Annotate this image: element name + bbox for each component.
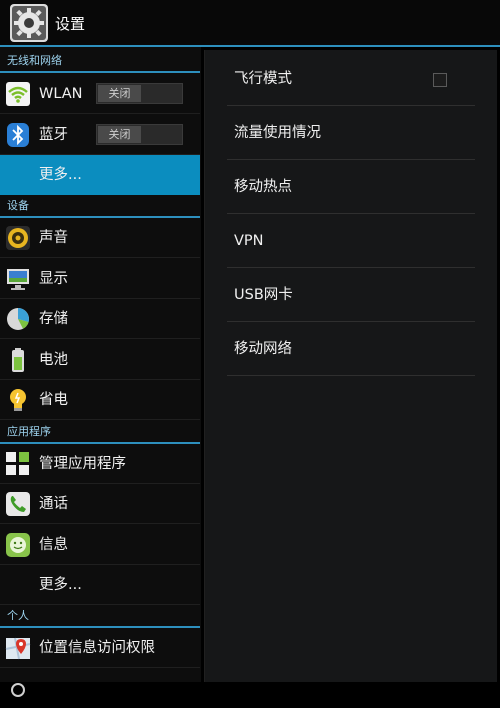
more-apps-label: 更多... [39,577,82,593]
lightbulb-icon [10,389,26,411]
list-item-partial[interactable] [0,668,200,708]
vpn-row[interactable]: VPN [227,214,475,268]
section-header-wireless: 无线和网络 [0,50,200,73]
storage-label: 存储 [39,311,68,327]
page-title: 设置 [55,15,86,33]
list-item-more-apps[interactable]: 更多... [0,565,200,605]
list-item-display[interactable]: 显示 [0,259,200,299]
wlan-toggle-state: 关闭 [98,85,141,102]
list-item-power-saving[interactable]: 省电 [0,380,200,420]
detail-pane: 飞行模式 流量使用情况 移动热点 VPN USB网卡 移动网络 [204,50,497,682]
battery-label: 电池 [39,352,68,368]
speaker-icon [6,226,30,250]
list-item-manage-apps[interactable]: 管理应用程序 [0,444,200,484]
list-item-wlan[interactable]: WLAN 关闭 [0,74,200,114]
vpn-label: VPN [234,233,264,249]
data-usage-row[interactable]: 流量使用情况 [227,106,475,160]
phone-icon [6,492,30,516]
wlan-label: WLAN [39,86,83,102]
section-header-device: 设备 [0,195,200,218]
location-label: 位置信息访问权限 [39,640,155,656]
list-item-messages[interactable]: 信息 [0,525,200,565]
manage-apps-label: 管理应用程序 [39,456,126,472]
bluetooth-toggle-state: 关闭 [98,126,141,143]
wifi-icon [6,82,30,106]
mobile-hotspot-label: 移动热点 [234,179,292,195]
usb-tethering-label: USB网卡 [234,287,293,303]
list-item-storage[interactable]: 存储 [0,299,200,339]
settings-category-list[interactable]: 无线和网络 WLAN 关闭 蓝牙 关闭 更多... 设备 声音 显示 存储 电池… [0,47,201,697]
apps-grid-icon [6,452,29,475]
section-header-apps: 应用程序 [0,421,200,444]
section-header-personal: 个人 [0,605,200,628]
data-usage-label: 流量使用情况 [234,125,321,141]
partial-icon [11,683,25,697]
storage-pie-icon [7,308,29,330]
airplane-mode-row[interactable]: 飞行模式 [227,52,475,106]
list-item-sound[interactable]: 声音 [0,218,200,258]
message-smile-icon [6,533,30,557]
action-bar: 设置 [0,0,500,45]
list-item-calls[interactable]: 通话 [0,484,200,524]
mobile-network-label: 移动网络 [234,341,292,357]
bluetooth-toggle[interactable]: 关闭 [96,124,183,145]
display-icon [7,269,29,290]
mobile-hotspot-row[interactable]: 移动热点 [227,160,475,214]
airplane-mode-checkbox[interactable] [433,73,447,87]
location-map-icon [5,637,31,660]
airplane-mode-label: 飞行模式 [234,71,292,87]
battery-icon [12,348,24,372]
list-item-bluetooth[interactable]: 蓝牙 关闭 [0,115,200,155]
calls-label: 通话 [39,496,68,512]
mobile-network-row[interactable]: 移动网络 [227,322,475,376]
more-wireless-label: 更多... [39,167,82,183]
list-item-more-wireless[interactable]: 更多... [0,155,200,195]
messages-label: 信息 [39,537,68,553]
list-item-battery[interactable]: 电池 [0,340,200,380]
settings-gear-icon[interactable] [10,4,48,42]
list-item-location[interactable]: 位置信息访问权限 [0,628,200,668]
usb-tethering-row[interactable]: USB网卡 [227,268,475,322]
power-saving-label: 省电 [39,392,68,408]
display-label: 显示 [39,271,68,287]
wlan-toggle[interactable]: 关闭 [96,83,183,104]
bluetooth-icon [7,123,29,147]
sound-label: 声音 [39,230,68,246]
bluetooth-label: 蓝牙 [39,127,68,143]
